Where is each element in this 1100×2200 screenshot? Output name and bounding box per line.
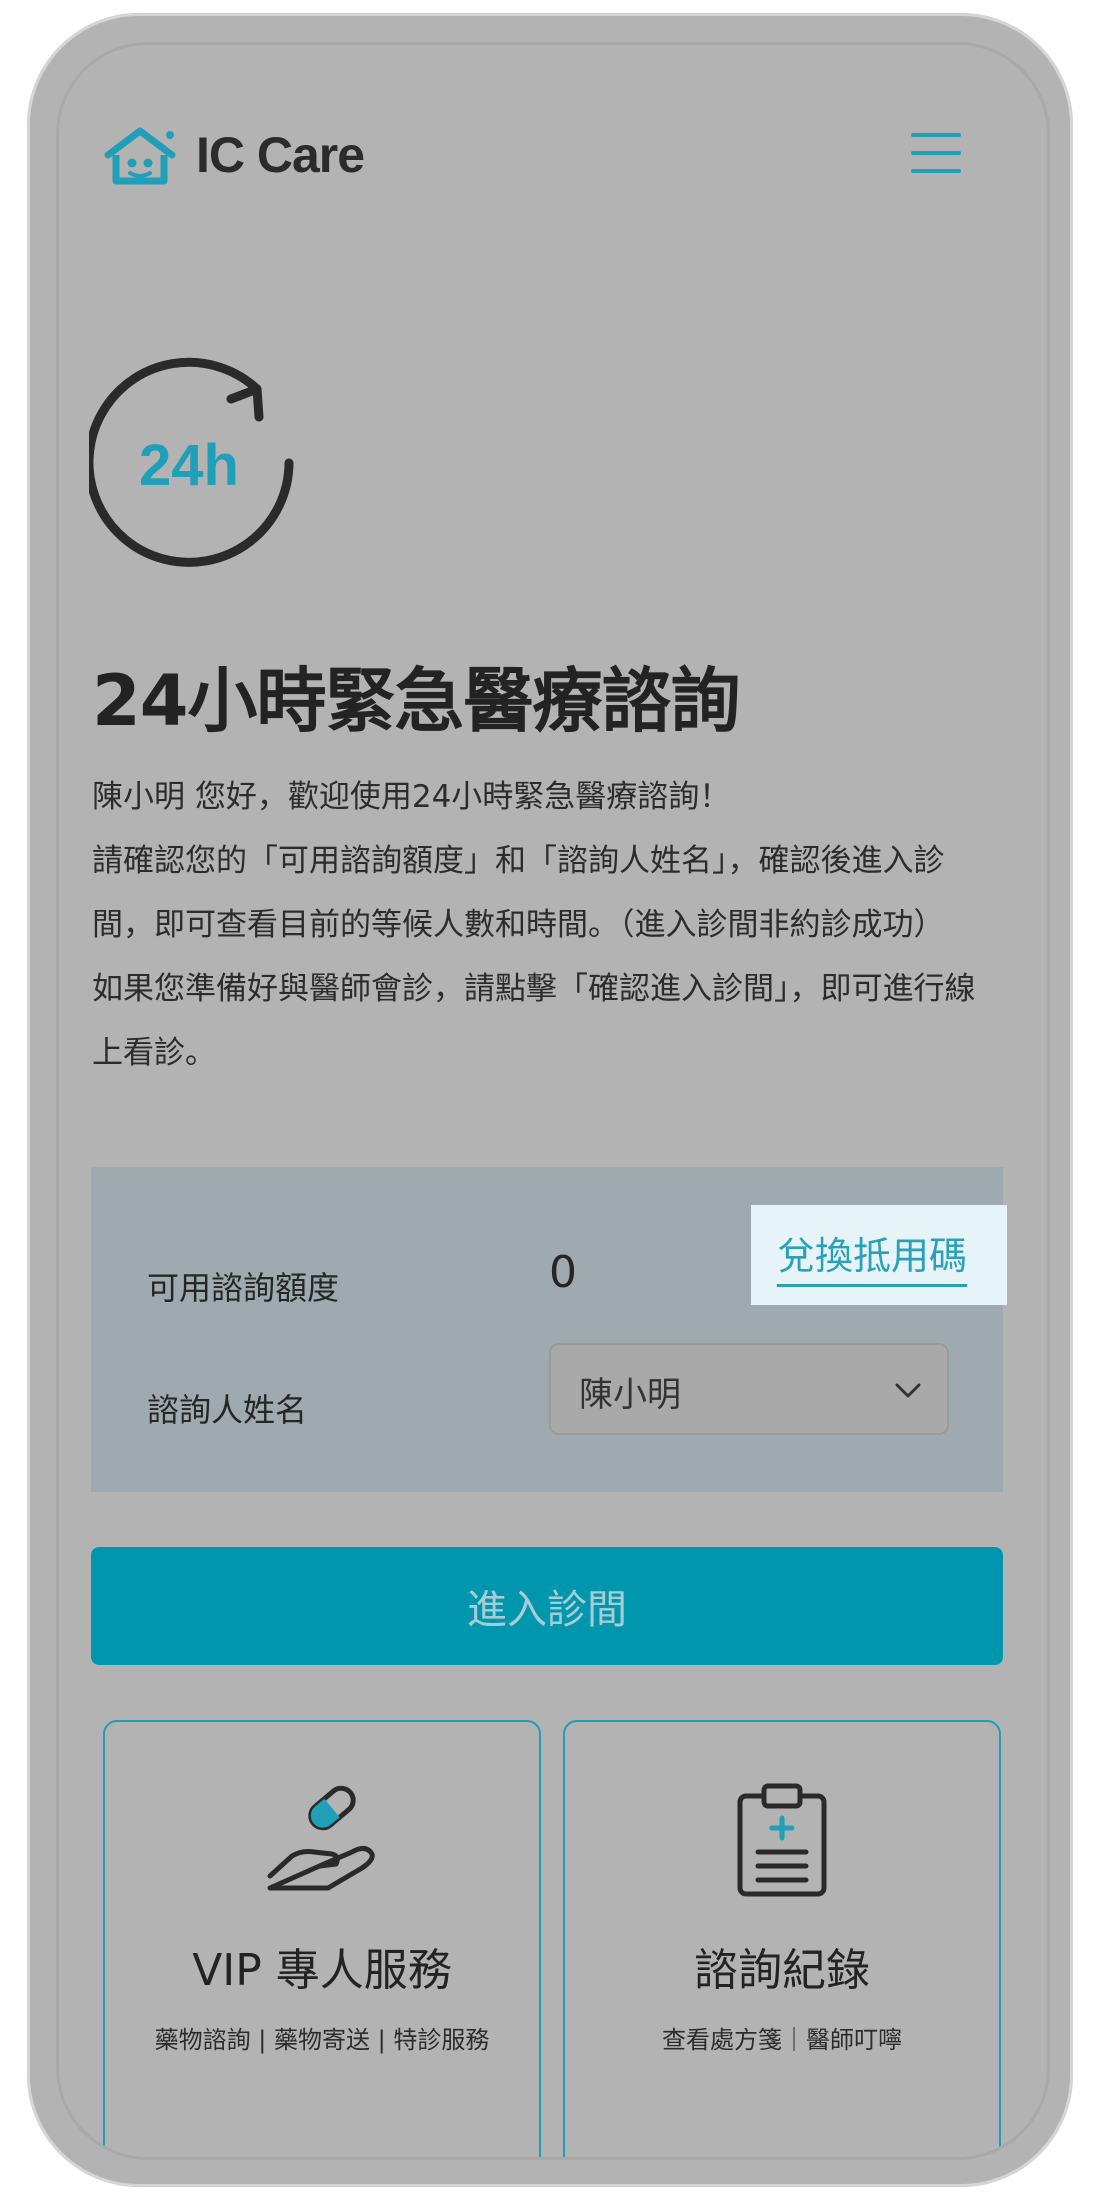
pill-hand-icon [267,1785,375,1891]
consultation-record-card[interactable]: 諮詢紀錄 查看處方箋｜醫師叮嚀 [563,1720,1001,2157]
greeting-paragraph: 陳小明 您好，歡迎使用24小時緊急醫療諮詢！ [92,779,731,815]
enter-room-button[interactable]: 進入診間 [91,1547,1003,1665]
instruction-paragraph: 請確認您的「可用諮詢額度」和「諮詢人姓名」，確認後進入診間，即可查看目前的等候人… [92,843,945,943]
intro-text: 陳小明 您好，歡迎使用24小時緊急醫療諮詢！ 請確認您的「可用諮詢額度」和「諮詢… [92,765,992,1085]
redeem-highlight: 兌換抵用碼 [751,1205,1007,1305]
page-title: 24小時緊急醫療諮詢 [92,660,740,742]
menu-line [911,151,961,155]
card-title: VIP 專人服務 [192,1945,452,1996]
consultant-name-select[interactable]: 陳小明 [549,1343,949,1435]
brand-logo[interactable]: IC Care [102,125,365,185]
clipboard-icon [737,1783,827,1897]
brand-name: IC Care [196,127,365,183]
vip-service-card[interactable]: VIP 專人服務 藥物諮詢 | 藥物寄送 | 特診服務 [103,1720,541,2157]
clock-label: 24h [139,433,239,498]
phone-screen: IC Care 24h 24小時緊急醫療諮詢 陳小明 您好，歡迎使用24小時緊急… [56,42,1050,2160]
quota-label: 可用諮詢額度 [147,1269,340,1307]
quota-value: 0 [549,1247,577,1298]
hamburger-menu-button[interactable] [911,133,961,173]
card-title: 諮詢紀錄 [694,1945,870,1996]
card-subtitle: 查看處方箋｜醫師叮嚀 [662,2026,902,2054]
select-value: 陳小明 [579,1375,681,1415]
house-logo-icon [104,127,176,185]
card-subtitle: 藥物諮詢 | 藥物寄送 | 特診服務 [154,2026,490,2054]
chevron-down-icon [895,1383,921,1398]
consultant-name-label: 諮詢人姓名 [147,1391,308,1429]
redeem-code-link[interactable]: 兌換抵用碼 [777,1225,968,1287]
menu-line [911,133,961,137]
ready-paragraph: 如果您準備好與醫師會診，請點擊「確認進入診間」，即可進行線上看診。 [92,971,976,1071]
menu-line [911,169,961,173]
consultation-panel: 可用諮詢額度 0 兌換抵用碼 諮詢人姓名 陳小明 [91,1167,1007,1492]
24h-clock-icon: 24h [89,357,294,567]
